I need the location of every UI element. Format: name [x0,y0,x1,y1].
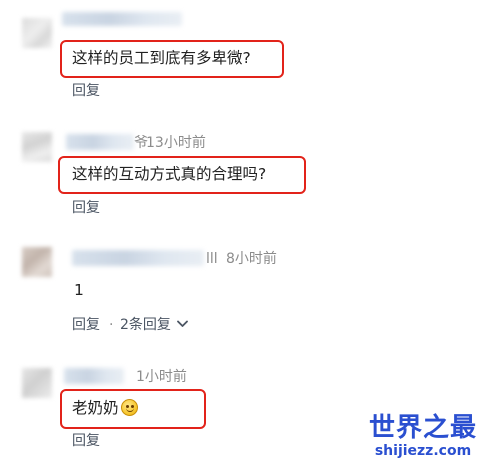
comment-text: 老奶奶 [72,399,119,417]
avatar[interactable] [22,18,52,48]
watermark-url: shijiezz.com [374,443,472,459]
smiling-face-emoji-icon [120,399,138,416]
username-blurred[interactable] [72,250,204,266]
comment-time: 13小时前 [146,135,206,151]
comment-time: 1小时前 [136,369,187,385]
username-tail: lll [206,251,218,267]
comment-time: 8小时前 [226,251,277,267]
comment-text: 这样的员工到底有多卑微? [72,49,251,67]
watermark: 世界之最 shijiezz.com [358,413,488,459]
reply-button[interactable]: 回复 [72,199,100,217]
comment-text: 1 [74,281,84,299]
chevron-down-icon [177,320,189,327]
comment-text-row: 老奶奶 [72,398,138,418]
reply-button[interactable]: 回复 [72,316,100,334]
replies-count-label: 2条回复 [120,317,171,333]
watermark-title: 世界之最 [368,413,477,443]
reply-button[interactable]: 回复 [72,432,100,450]
separator-dot: · [109,317,114,333]
username-blurred[interactable] [62,12,182,26]
avatar[interactable] [22,132,52,162]
avatar[interactable] [22,368,52,398]
view-replies-button[interactable]: 2条回复 [120,316,189,334]
username-blurred[interactable] [66,134,134,150]
avatar[interactable] [22,247,52,277]
reply-button[interactable]: 回复 [72,82,100,100]
comment-text: 这样的互动方式真的合理吗? [72,165,267,183]
username-blurred[interactable] [64,368,124,384]
